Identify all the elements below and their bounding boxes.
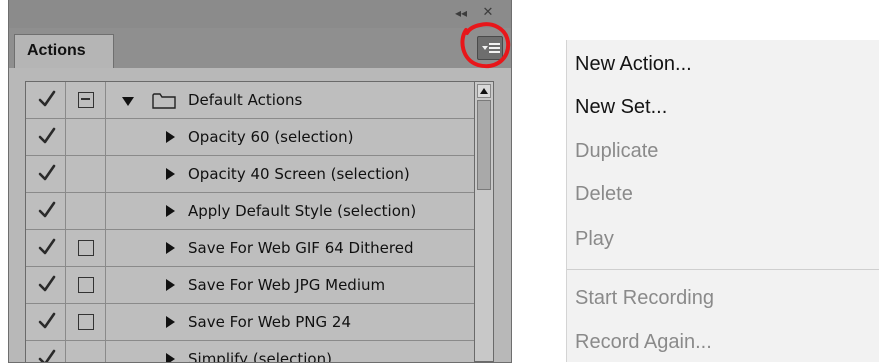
toggle-item-cell[interactable] bbox=[26, 230, 66, 266]
toggle-dialog-cell[interactable] bbox=[66, 341, 106, 362]
dialog-icon bbox=[78, 314, 94, 330]
actions-list: Default Actions Opacity 60 (selection) Opa… bbox=[25, 81, 474, 363]
action-name: Save For Web PNG 24 bbox=[188, 313, 352, 331]
toggle-item-cell[interactable] bbox=[26, 304, 66, 340]
triangle-right-icon[interactable] bbox=[166, 205, 175, 217]
red-circle-annotation bbox=[460, 22, 511, 69]
checkmark-icon bbox=[38, 90, 56, 107]
panel-flyout-menu: New Action... New Set... Duplicate Delete Pl… bbox=[566, 40, 879, 362]
toggle-item-cell[interactable] bbox=[26, 267, 66, 303]
triangle-right-icon[interactable] bbox=[166, 168, 175, 180]
menu-separator bbox=[567, 269, 879, 270]
menu-item-new-set[interactable]: New Set... bbox=[575, 96, 667, 119]
toggle-item-cell[interactable] bbox=[26, 119, 66, 155]
toggle-dialog-cell[interactable] bbox=[66, 304, 106, 340]
toggle-dialog-cell[interactable] bbox=[66, 82, 106, 118]
action-row[interactable]: Save For Web GIF 64 Dithered bbox=[26, 230, 474, 267]
action-name: Save For Web GIF 64 Dithered bbox=[188, 239, 414, 257]
folder-icon bbox=[152, 93, 176, 109]
toggle-item-cell[interactable] bbox=[26, 82, 66, 118]
toggle-item-cell[interactable] bbox=[26, 156, 66, 192]
action-set-name: Default Actions bbox=[188, 91, 303, 109]
toggle-dialog-cell[interactable] bbox=[66, 193, 106, 229]
action-row[interactable]: Save For Web PNG 24 bbox=[26, 304, 474, 341]
scroll-thumb[interactable] bbox=[477, 100, 491, 190]
toggle-dialog-cell[interactable] bbox=[66, 119, 106, 155]
action-name: Opacity 60 (selection) bbox=[188, 128, 354, 146]
menu-item-delete[interactable]: Delete bbox=[575, 183, 633, 206]
action-name: Apply Default Style (selection) bbox=[188, 202, 417, 220]
tab-actions[interactable]: Actions bbox=[14, 34, 114, 68]
action-row[interactable]: Apply Default Style (selection) bbox=[26, 193, 474, 230]
triangle-right-icon[interactable] bbox=[166, 279, 175, 291]
dialog-icon bbox=[78, 240, 94, 256]
checkmark-icon bbox=[38, 349, 56, 362]
scroll-up-arrow-icon[interactable] bbox=[477, 84, 491, 98]
triangle-right-icon[interactable] bbox=[166, 242, 175, 254]
menu-item-play[interactable]: Play bbox=[575, 228, 614, 251]
triangle-right-icon[interactable] bbox=[166, 131, 175, 143]
dialog-icon bbox=[78, 277, 94, 293]
menu-item-start-recording[interactable]: Start Recording bbox=[575, 287, 714, 310]
toggle-item-cell[interactable] bbox=[26, 341, 66, 362]
checkmark-icon bbox=[38, 164, 56, 181]
checkmark-icon bbox=[38, 312, 56, 329]
checkmark-icon bbox=[38, 275, 56, 292]
action-row[interactable]: Simplify (selection) bbox=[26, 341, 474, 363]
checkmark-icon bbox=[38, 127, 56, 144]
action-name: Save For Web JPG Medium bbox=[188, 276, 386, 294]
checkmark-icon bbox=[38, 238, 56, 255]
collapse-icon[interactable]: ◂◂ bbox=[452, 5, 470, 21]
tab-row: Actions bbox=[9, 28, 511, 68]
action-row[interactable]: Opacity 40 Screen (selection) bbox=[26, 156, 474, 193]
triangle-down-icon[interactable] bbox=[122, 97, 134, 106]
menu-item-new-action[interactable]: New Action... bbox=[575, 53, 692, 76]
action-set-row[interactable]: Default Actions bbox=[26, 82, 474, 119]
panel-content: Default Actions Opacity 60 (selection) Opa… bbox=[9, 68, 511, 362]
toggle-item-cell[interactable] bbox=[26, 193, 66, 229]
panel-titlebar: ◂◂ ✕ bbox=[9, 0, 511, 28]
menu-item-record-again[interactable]: Record Again... bbox=[575, 331, 712, 354]
actions-panel: ◂◂ ✕ Actions Default Actions Opacity 60 (… bbox=[8, 0, 512, 363]
checkmark-icon bbox=[38, 201, 56, 218]
close-icon[interactable]: ✕ bbox=[479, 5, 497, 21]
toggle-dialog-cell[interactable] bbox=[66, 230, 106, 266]
action-row[interactable]: Opacity 60 (selection) bbox=[26, 119, 474, 156]
action-name: Simplify (selection) bbox=[188, 350, 332, 363]
toggle-dialog-cell[interactable] bbox=[66, 156, 106, 192]
list-scrollbar[interactable] bbox=[474, 81, 494, 362]
dialog-partial-icon bbox=[78, 92, 94, 108]
action-name: Opacity 40 Screen (selection) bbox=[188, 165, 410, 183]
action-row[interactable]: Save For Web JPG Medium bbox=[26, 267, 474, 304]
triangle-right-icon[interactable] bbox=[166, 316, 175, 328]
menu-item-duplicate[interactable]: Duplicate bbox=[575, 140, 658, 163]
toggle-dialog-cell[interactable] bbox=[66, 267, 106, 303]
